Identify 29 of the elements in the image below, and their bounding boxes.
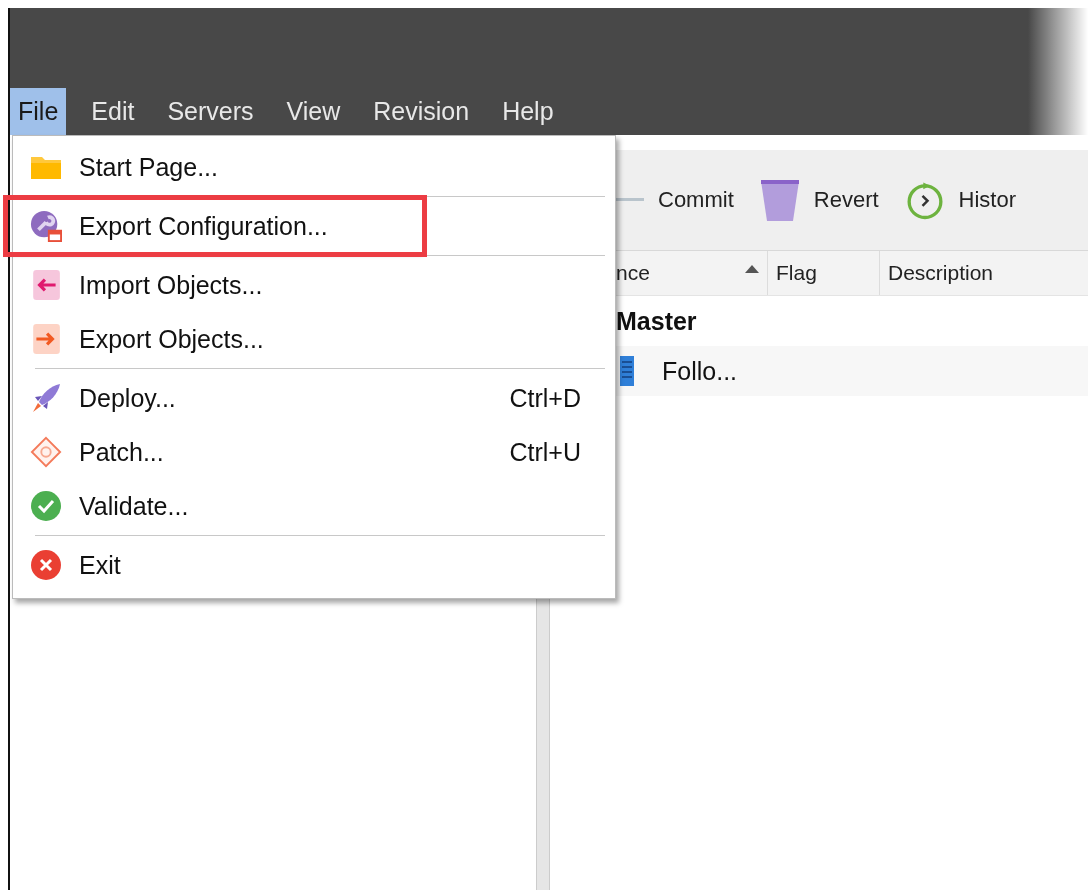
menu-item[interactable]: Deploy... Ctrl+D bbox=[13, 371, 615, 425]
menu-bar-item[interactable]: Help bbox=[494, 88, 562, 135]
close-circle-icon bbox=[30, 549, 62, 581]
menu-item[interactable]: Exit bbox=[13, 538, 615, 592]
menu-bar-item[interactable]: Edit bbox=[83, 88, 143, 135]
shortcut-text: Ctrl+D bbox=[509, 383, 581, 413]
column-header[interactable]: Flag bbox=[768, 251, 880, 295]
toolbar-button[interactable]: Revert bbox=[813, 187, 879, 213]
shortcut-text: Ctrl+U bbox=[509, 437, 581, 467]
menu-item[interactable]: Patch... Ctrl+U bbox=[13, 425, 615, 479]
menu-item[interactable]: Export Configuration... bbox=[7, 199, 423, 253]
diamond-icon bbox=[30, 436, 62, 468]
menu-bar-item[interactable]: File bbox=[10, 88, 67, 135]
server-icon bbox=[620, 356, 634, 386]
menu-item[interactable]: Export Objects... bbox=[13, 312, 615, 366]
menu-bar-item[interactable]: View bbox=[278, 88, 349, 135]
tree-item[interactable]: Follo... bbox=[662, 356, 738, 386]
check-circle-icon bbox=[30, 490, 62, 522]
rocket-icon bbox=[30, 382, 62, 414]
toolbar-button[interactable]: Histor bbox=[958, 187, 1017, 213]
menu-bar-item[interactable]: Servers bbox=[159, 88, 262, 135]
menu-item[interactable]: Validate... bbox=[13, 479, 615, 533]
menu-bar-item[interactable]: Revision bbox=[365, 88, 478, 135]
trash-icon bbox=[759, 178, 800, 222]
menu-item[interactable]: Start Page... bbox=[13, 140, 615, 194]
column-header[interactable]: Description bbox=[880, 251, 1088, 295]
gear-export-icon bbox=[30, 210, 62, 242]
toolbar-button[interactable]: Commit bbox=[658, 187, 734, 213]
group-label: Master bbox=[616, 306, 697, 336]
